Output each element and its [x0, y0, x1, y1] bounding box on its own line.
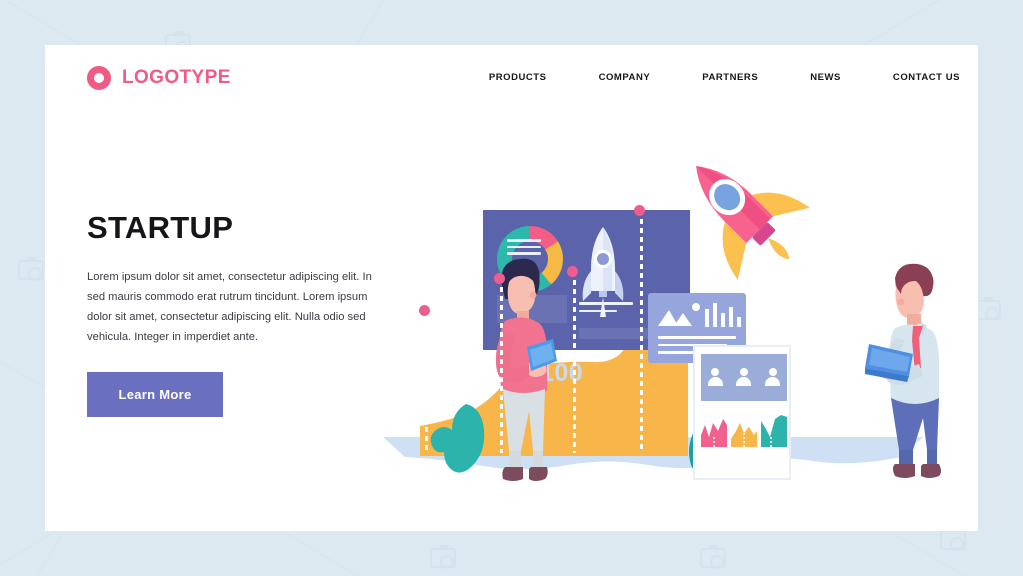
leaf-left-icon: [430, 402, 490, 474]
nav-item-news[interactable]: NEWS: [810, 72, 841, 83]
chart-dot: [634, 205, 645, 216]
woman-with-tablet: [487, 255, 559, 490]
hero-copy: STARTUP Lorem ipsum dolor sit amet, cons…: [87, 210, 377, 417]
mini-chart-pink: [701, 409, 727, 447]
logo[interactable]: LOGOTYPE: [87, 66, 231, 90]
user-avatar-icon: [736, 367, 752, 388]
logo-text: LOGOTYPE: [122, 67, 231, 88]
site-header: LOGOTYPE PRODUCTS COMPANY PARTNERS NEWS …: [45, 45, 978, 110]
nav-item-partners[interactable]: PARTNERS: [702, 72, 758, 83]
man-with-laptop: [865, 260, 955, 485]
sun-dot-icon: [692, 303, 700, 311]
hero-illustration: 100: [375, 140, 978, 531]
learn-more-button[interactable]: Learn More: [87, 371, 223, 417]
team-avatars: [701, 354, 787, 401]
landing-page: LOGOTYPE PRODUCTS COMPANY PARTNERS NEWS …: [45, 45, 978, 531]
image-placeholder-icon: [658, 306, 694, 326]
nav-item-company[interactable]: COMPANY: [599, 72, 651, 83]
nav-item-products[interactable]: PRODUCTS: [489, 72, 547, 83]
mini-chart-yellow: [731, 409, 757, 447]
mini-chart-group: [701, 409, 787, 447]
page-title: STARTUP: [87, 210, 234, 245]
mini-chart-teal: [761, 409, 787, 447]
user-avatar-icon: [707, 367, 723, 388]
user-avatar-icon: [765, 367, 781, 388]
nav-item-contact-us[interactable]: CONTACT US: [893, 72, 960, 83]
ring-circle-icon: [87, 66, 111, 90]
chart-dot: [494, 273, 505, 284]
team-card: [693, 345, 791, 480]
bar-chart-icon: [705, 303, 741, 327]
main-navigation: PRODUCTS COMPANY PARTNERS NEWS CONTACT U…: [489, 72, 960, 83]
dashboard-text-lines: [579, 302, 633, 317]
chart-dot: [567, 266, 578, 277]
hero-paragraph: Lorem ipsum dolor sit amet, consectetur …: [87, 271, 372, 343]
rocket-launch-icon: [675, 145, 810, 280]
chart-dot: [419, 305, 430, 316]
